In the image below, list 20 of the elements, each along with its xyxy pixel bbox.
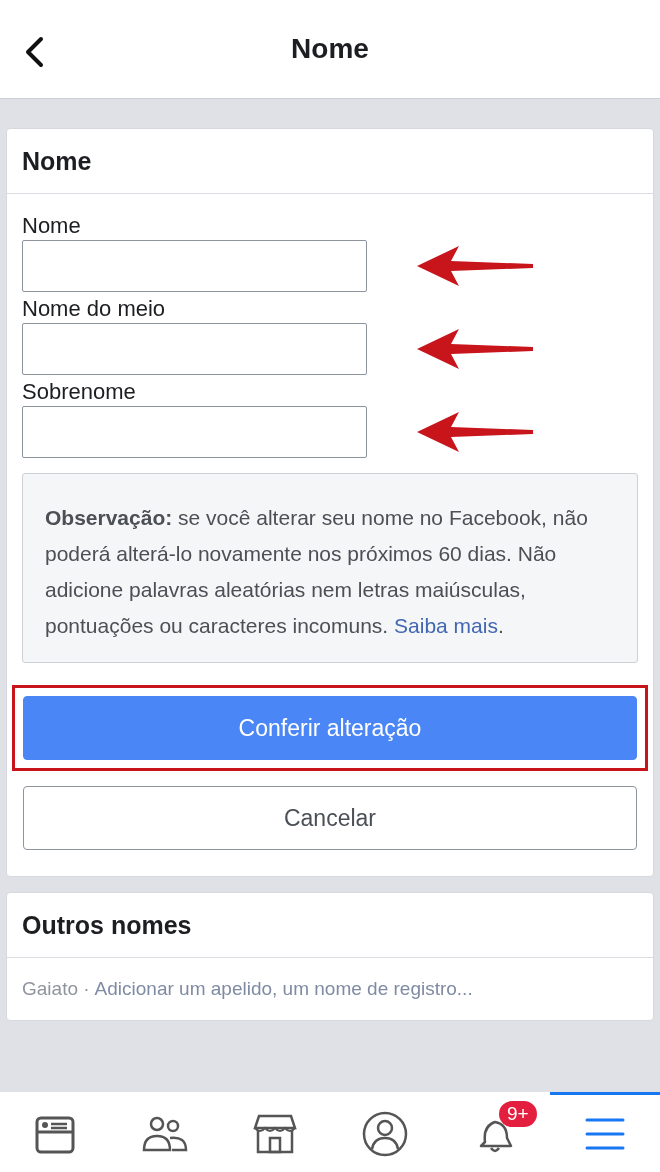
cancel-button[interactable]: Cancelar (23, 786, 637, 850)
current-name: Gaiato · (22, 978, 90, 1000)
field-label: Nome do meio (22, 295, 167, 323)
confirm-button[interactable]: Conferir alteração (23, 696, 637, 760)
tab[interactable]: 9+ (440, 1092, 550, 1172)
add-name-link[interactable]: Adicionar um apelido, um nome de registro... (94, 978, 473, 1000)
card-title: Nome (22, 146, 92, 176)
input-field[interactable] (22, 240, 367, 292)
notification-badge: 9+ (499, 1101, 537, 1127)
card-title: Outros nomes (22, 910, 192, 940)
profile-icon (362, 1110, 408, 1157)
shop-icon (253, 1113, 297, 1154)
note-text: Observação: se você alterar seu nome no Facebook, não poderá alterá-lo novamente nos próximos 60 dias. Não adicione palavras aleatórias nem letras maiúsculas, pontuações ou caracteres incomuns. Saiba mais. (22, 473, 638, 663)
field-label: Nome (22, 212, 82, 240)
page-title: Nome (291, 33, 369, 65)
input-field[interactable] (22, 323, 367, 375)
field-label: Sobrenome (22, 378, 137, 406)
input-field[interactable] (22, 406, 367, 458)
learn-more-link[interactable]: Saiba mais (394, 614, 498, 637)
menu-icon (585, 1116, 625, 1151)
